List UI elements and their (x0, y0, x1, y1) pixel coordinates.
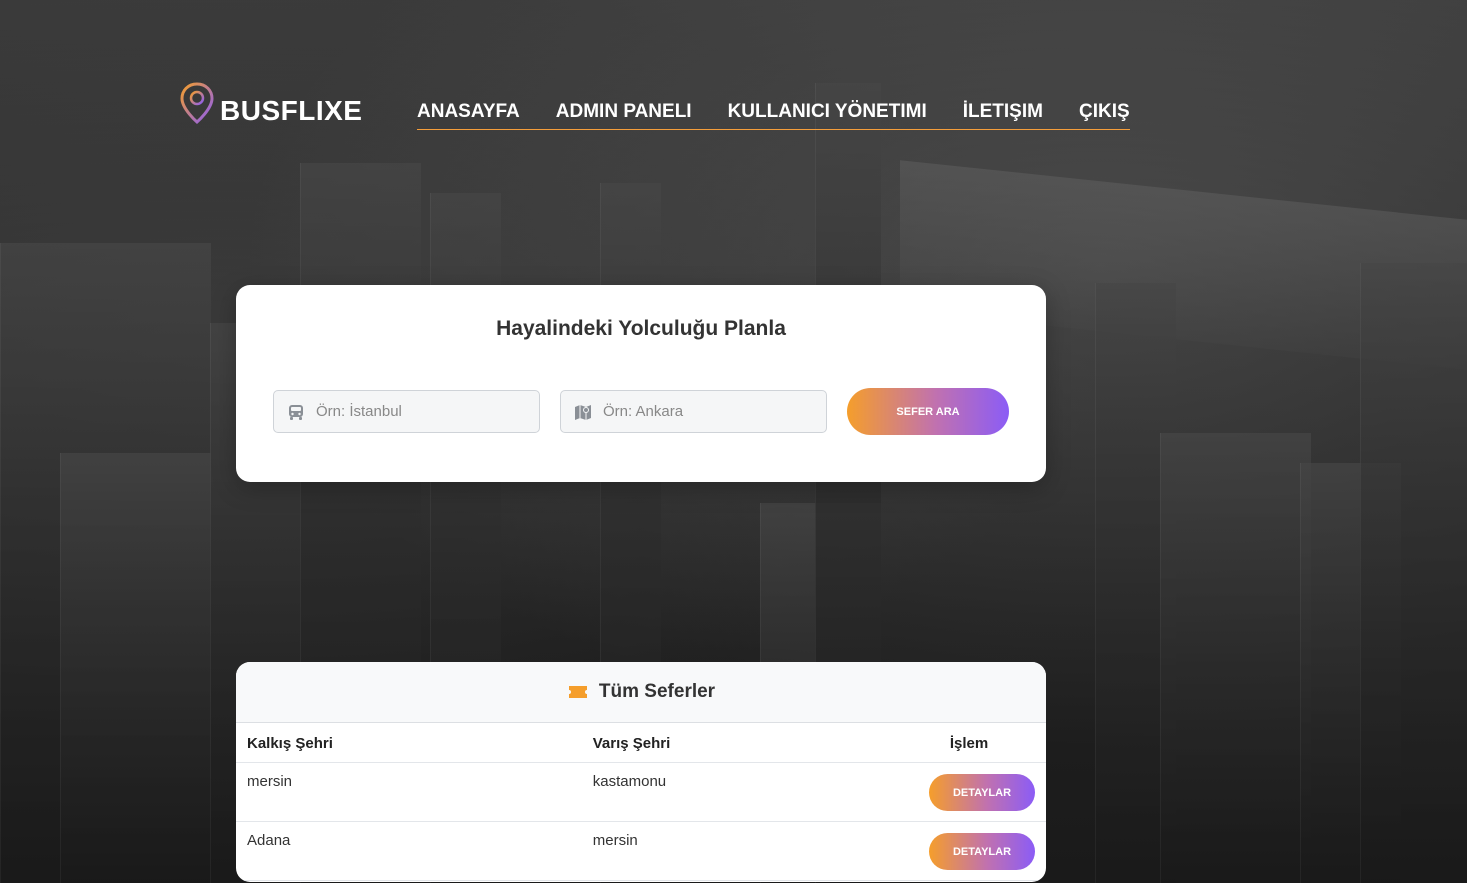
main-nav: ANASAYFA ADMIN PANELI KULLANICI YÖNETIMI… (417, 100, 1130, 130)
table-row: Adana mersin DETAYLAR (236, 821, 1046, 881)
cell-from-city: Adana (236, 821, 582, 881)
from-city-field[interactable] (273, 390, 540, 433)
brand-logo[interactable]: BUSFLIXE (180, 82, 362, 126)
site-header: BUSFLIXE ANASAYFA ADMIN PANELI KULLANICI… (0, 0, 1467, 150)
building (1160, 433, 1311, 883)
table-header-row: Kalkış Şehri Varış Şehri İşlem (236, 723, 1046, 763)
map-pin-icon (180, 82, 214, 124)
nav-item-admin-paneli[interactable]: ADMIN PANELI (556, 100, 692, 124)
bus-icon (289, 404, 303, 420)
cell-to-city: kastamonu (581, 762, 892, 822)
all-trips-card: Tüm Seferler Kalkış Şehri Varış Şehri İş… (236, 662, 1046, 882)
brand-name: BUSFLIXE (220, 95, 363, 126)
building (1360, 263, 1467, 883)
nav-item-anasayfa[interactable]: ANASAYFA (417, 100, 520, 124)
cell-action: DETAYLAR (892, 821, 1046, 881)
map-icon (575, 404, 591, 420)
to-city-field[interactable] (560, 390, 827, 433)
trips-header: Tüm Seferler (236, 662, 1046, 723)
table-row: mersin kastamonu DETAYLAR (236, 762, 1046, 822)
column-header-action: İşlem (892, 723, 1046, 763)
cell-action: DETAYLAR (892, 762, 1046, 822)
details-button[interactable]: DETAYLAR (929, 833, 1035, 870)
from-city-input[interactable] (314, 402, 518, 421)
trips-table: Kalkış Şehri Varış Şehri İşlem mersin ka… (236, 723, 1046, 881)
nav-item-cikis[interactable]: ÇIKIŞ (1079, 100, 1130, 124)
details-button[interactable]: DETAYLAR (929, 774, 1035, 811)
column-header-to: Varış Şehri (581, 723, 892, 763)
column-header-from: Kalkış Şehri (236, 723, 582, 763)
search-card: Hayalindeki Yolculuğu Planla SEFER ARA (236, 285, 1046, 482)
search-trips-button[interactable]: SEFER ARA (847, 388, 1009, 435)
nav-item-kullanici-yonetimi[interactable]: KULLANICI YÖNETIMI (728, 100, 927, 124)
search-title: Hayalindeki Yolculuğu Planla (496, 317, 786, 340)
to-city-input[interactable] (601, 402, 805, 421)
cell-from-city: mersin (236, 762, 582, 822)
cell-to-city: mersin (581, 821, 892, 881)
nav-item-iletisim[interactable]: İLETIŞIM (963, 100, 1043, 124)
ticket-icon (568, 686, 587, 698)
building (60, 453, 211, 883)
trips-title: Tüm Seferler (598, 681, 716, 702)
